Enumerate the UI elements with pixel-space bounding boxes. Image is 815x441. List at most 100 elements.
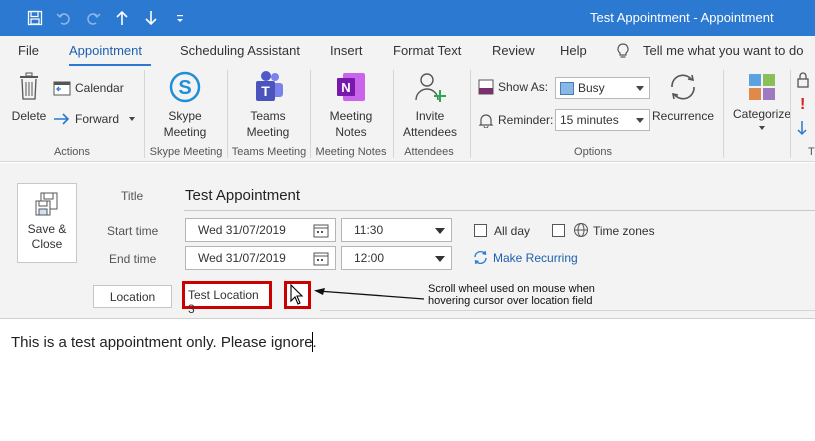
- time-zones-label: Time zones: [593, 224, 655, 238]
- forward-arrow-icon: [54, 113, 70, 125]
- reminder-dropdown[interactable]: 15 minutes: [555, 109, 650, 131]
- annotation-text: Scroll wheel used on mouse when hovering…: [428, 283, 595, 307]
- delete-button[interactable]: Delete: [10, 72, 48, 124]
- window-title: Test Appointment - Appointment: [590, 10, 774, 25]
- show-as-value: Busy: [578, 81, 605, 95]
- svg-text:T: T: [261, 83, 270, 99]
- all-day-label: All day: [494, 224, 531, 238]
- chevron-down-icon: [636, 86, 644, 91]
- location-input[interactable]: Test Location 3: [182, 281, 272, 316]
- save-icon[interactable]: [20, 8, 49, 28]
- ribbon-tabs: File Appointment Scheduling Assistant In…: [0, 36, 815, 67]
- save-close-label-2: Close: [31, 237, 63, 251]
- tab-review[interactable]: Review: [492, 43, 535, 58]
- end-date-picker[interactable]: Wed 31/07/2019: [185, 246, 336, 270]
- ribbon-separator: [723, 70, 724, 158]
- forward-label: Forward: [75, 112, 120, 126]
- location-row-divider: [320, 310, 815, 311]
- invite-label-2: Attendees: [402, 125, 458, 139]
- make-recurring-link[interactable]: Make Recurring: [473, 250, 578, 265]
- show-as-control: Show As:: [478, 79, 548, 95]
- start-date-value: Wed 31/07/2019: [198, 223, 286, 237]
- recurrence-button[interactable]: Recurrence: [652, 70, 714, 124]
- title-label: Title: [121, 189, 144, 203]
- redo-icon[interactable]: [78, 8, 107, 28]
- start-date-picker[interactable]: Wed 31/07/2019: [185, 218, 336, 242]
- tab-help[interactable]: Help: [560, 43, 587, 58]
- skype-label-1: Skype: [168, 109, 202, 123]
- title-bar: Test Appointment - Appointment: [0, 0, 815, 36]
- down-arrow-icon[interactable]: [136, 8, 165, 28]
- low-importance-icon[interactable]: [796, 120, 808, 139]
- calendar-icon: [313, 224, 329, 238]
- end-date-value: Wed 31/07/2019: [198, 251, 286, 265]
- undo-icon[interactable]: [49, 8, 78, 28]
- teams-meeting-button[interactable]: T Teams Meeting: [236, 70, 300, 140]
- high-importance-icon[interactable]: !: [800, 96, 805, 114]
- skype-label-2: Meeting: [163, 125, 207, 139]
- ribbon-separator: [227, 70, 228, 158]
- save-close-icon: [35, 192, 58, 216]
- meeting-notes-button[interactable]: N Meeting Notes: [318, 70, 384, 140]
- group-label-notes: Meeting Notes: [315, 146, 387, 158]
- start-time-dropdown[interactable]: 11:30: [341, 218, 452, 242]
- forward-button[interactable]: Forward: [53, 112, 136, 126]
- tab-appointment[interactable]: Appointment: [69, 43, 142, 58]
- trash-icon: [20, 72, 38, 100]
- chevron-down-icon: [129, 117, 136, 121]
- end-time-dropdown[interactable]: 12:00: [341, 246, 452, 270]
- save-close-button[interactable]: Save & Close: [17, 183, 77, 263]
- tab-insert[interactable]: Insert: [330, 43, 363, 58]
- make-recurring-label: Make Recurring: [493, 250, 578, 265]
- tab-scheduling-assistant[interactable]: Scheduling Assistant: [180, 43, 300, 58]
- invite-attendees-button[interactable]: Invite Attendees: [398, 70, 462, 140]
- ribbon-separator: [470, 70, 471, 158]
- group-label-skype: Skype Meeting: [149, 146, 223, 158]
- customize-icon[interactable]: [165, 8, 194, 28]
- chevron-down-icon: [435, 228, 445, 234]
- chevron-down-icon: [636, 118, 644, 123]
- skype-icon: S: [169, 71, 201, 103]
- add-person-icon: [415, 73, 446, 102]
- cursor-highlight-box: [284, 281, 311, 309]
- teams-label-2: Meeting: [246, 125, 290, 139]
- group-label-attendees: Attendees: [404, 146, 454, 158]
- ribbon: Delete Calendar Forward Actions S Skype …: [0, 66, 815, 162]
- busy-swatch: [560, 82, 574, 96]
- calendar-label: Calendar: [75, 81, 124, 95]
- group-label-teams: Teams Meeting: [231, 146, 307, 158]
- location-button[interactable]: Location: [93, 285, 172, 308]
- bell-icon: [478, 114, 494, 128]
- categorize-icon: [749, 74, 775, 100]
- annotation-line-2: hovering cursor over location field: [428, 295, 593, 307]
- message-body[interactable]: This is a test appointment only. Please …: [11, 334, 317, 351]
- delete-label: Delete: [11, 109, 47, 123]
- annotation-line-1: Scroll wheel used on mouse when: [428, 283, 595, 295]
- tab-format-text[interactable]: Format Text: [393, 43, 461, 58]
- skype-meeting-button[interactable]: S Skype Meeting: [152, 70, 218, 140]
- tell-me-search[interactable]: Tell me what you want to do: [643, 43, 803, 58]
- chevron-down-icon: [435, 256, 445, 262]
- title-input[interactable]: Test Appointment: [184, 185, 815, 211]
- show-as-dropdown[interactable]: Busy: [555, 77, 650, 99]
- lock-icon[interactable]: [796, 72, 810, 91]
- onenote-icon: N: [337, 73, 365, 101]
- svg-text:N: N: [341, 80, 350, 95]
- notes-label-1: Meeting: [329, 109, 373, 123]
- categorize-label: Categorize: [732, 107, 792, 121]
- start-time-label: Start time: [107, 224, 159, 238]
- all-day-checkbox[interactable]: [474, 224, 487, 237]
- recurrence-label: Recurrence: [652, 109, 715, 123]
- show-as-icon: [478, 79, 494, 95]
- up-arrow-icon[interactable]: [107, 8, 136, 28]
- ribbon-separator: [790, 70, 791, 158]
- tab-file[interactable]: File: [18, 43, 39, 58]
- calendar-button[interactable]: Calendar: [53, 80, 124, 96]
- annotation-arrow: [314, 288, 425, 300]
- text-caret: [312, 332, 313, 352]
- save-close-label-1: Save &: [27, 222, 67, 236]
- categorize-button[interactable]: Categorize: [730, 72, 794, 130]
- svg-text:S: S: [178, 77, 191, 99]
- time-zones-checkbox[interactable]: [552, 224, 565, 237]
- ribbon-separator: [393, 70, 394, 158]
